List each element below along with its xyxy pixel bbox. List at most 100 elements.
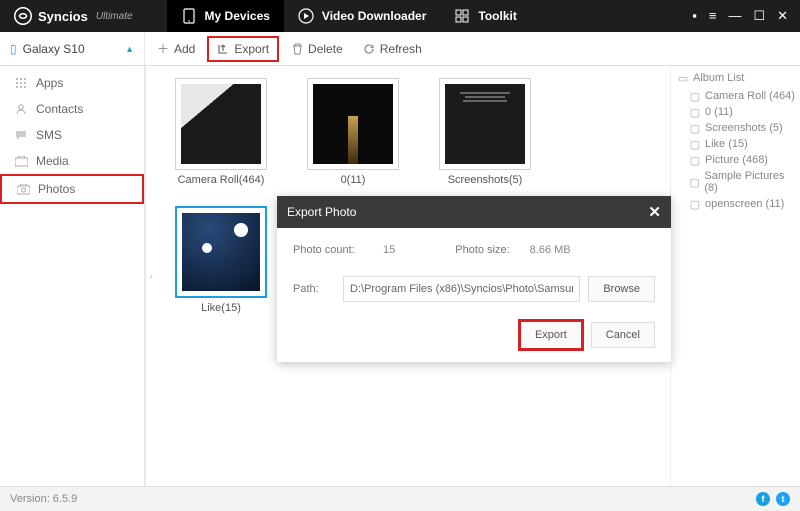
tab-my-devices[interactable]: My Devices (167, 0, 284, 32)
twitter-icon[interactable]: t (776, 492, 790, 506)
folder-icon: ▭ (677, 72, 689, 84)
phone-icon (181, 8, 197, 24)
list-item[interactable]: ▢Camera Roll (464) (677, 88, 796, 104)
social-links: f t (756, 492, 790, 506)
dialog-title: Export Photo (287, 205, 356, 219)
album-like[interactable]: Like(15) (167, 206, 275, 314)
list-item[interactable]: ▢openscreen (11) (677, 196, 796, 212)
btn-label: Export (234, 42, 269, 56)
chevron-left-icon: ‹ (150, 271, 153, 281)
apps-icon (14, 76, 28, 90)
menu-icon[interactable]: ≡ (709, 8, 717, 24)
album-zero[interactable]: 0(11) (299, 78, 407, 186)
image-icon: ▢ (689, 154, 701, 166)
app-edition: Ultimate (96, 11, 133, 22)
status-bar: Version: 6.5.9 f t (0, 486, 800, 511)
export-button[interactable]: Export (207, 36, 279, 62)
dialog-title-bar: Export Photo ✕ (277, 196, 671, 228)
message-icon[interactable]: ▪ (692, 8, 697, 24)
image-icon: ▢ (689, 90, 701, 102)
album-label: Like(15) (201, 302, 241, 314)
refresh-button[interactable]: Refresh (355, 38, 430, 60)
export-icon (217, 43, 229, 55)
delete-button[interactable]: Delete (283, 38, 351, 60)
sidebar-label: SMS (36, 128, 62, 142)
window-controls: ▪ ≡ — ☐ ✕ (692, 8, 800, 24)
close-icon[interactable]: ✕ (648, 203, 661, 221)
sidebar-item-media[interactable]: Media (0, 148, 144, 174)
image-icon: ▢ (689, 176, 700, 188)
app-name: Syncios (38, 9, 88, 24)
photo-count-label: Photo count: (293, 244, 363, 256)
media-icon (14, 154, 28, 168)
album-list-panel: ▭ Album List ▢Camera Roll (464) ▢0 (11) … (670, 66, 800, 486)
title-bar: Syncios Ultimate My Devices Video Downlo… (0, 0, 800, 32)
path-label: Path: (293, 283, 335, 295)
album-thumb (175, 78, 267, 170)
play-circle-icon (298, 8, 314, 24)
tab-label: My Devices (205, 9, 270, 23)
album-screenshots[interactable]: Screenshots(5) (431, 78, 539, 186)
sidebar-collapse-handle[interactable]: ‹ (145, 66, 157, 486)
tab-label: Video Downloader (322, 9, 426, 23)
sidebar-label: Media (36, 154, 69, 168)
add-button[interactable]: ＋ Add (149, 38, 203, 60)
album-list-title: ▭ Album List (677, 72, 796, 84)
close-button[interactable]: ✕ (777, 8, 788, 24)
album-camera-roll[interactable]: Camera Roll(464) (167, 78, 275, 186)
list-item[interactable]: ▢Picture (468) (677, 152, 796, 168)
tab-label: Toolkit (478, 9, 516, 23)
dialog-body: Photo count: 15 Photo size: 8.66 MB Path… (277, 228, 671, 362)
image-icon: ▢ (689, 106, 701, 118)
image-icon: ▢ (689, 122, 701, 134)
photo-size-value: 8.66 MB (530, 244, 571, 256)
maximize-button[interactable]: ☐ (753, 8, 765, 24)
sidebar-item-contacts[interactable]: Contacts (0, 96, 144, 122)
tab-video-downloader[interactable]: Video Downloader (284, 0, 440, 32)
album-thumb (307, 78, 399, 170)
contacts-icon (14, 102, 28, 116)
image-icon: ▢ (689, 198, 701, 210)
photos-icon (16, 182, 30, 196)
chevron-up-icon: ▲ (125, 44, 134, 54)
sidebar-label: Apps (36, 76, 63, 90)
btn-label: Refresh (380, 42, 422, 56)
photo-size-label: Photo size: (455, 244, 509, 256)
sidebar-label: Photos (38, 182, 75, 196)
path-input[interactable] (343, 276, 580, 302)
album-label: Camera Roll(464) (178, 174, 265, 186)
tab-toolkit[interactable]: Toolkit (440, 0, 530, 32)
sidebar-item-photos[interactable]: Photos (0, 174, 144, 204)
image-icon: ▢ (689, 138, 701, 150)
btn-label: Delete (308, 42, 343, 56)
device-name: Galaxy S10 (23, 42, 85, 56)
app-logo: Syncios Ultimate (0, 7, 147, 25)
grid-icon (454, 8, 470, 24)
album-label: 0(11) (341, 174, 366, 186)
btn-label: Add (174, 42, 195, 56)
list-item[interactable]: ▢Screenshots (5) (677, 120, 796, 136)
photo-count-value: 15 (383, 244, 395, 256)
list-item[interactable]: ▢Sample Pictures (8) (677, 168, 796, 196)
export-photo-dialog: Export Photo ✕ Photo count: 15 Photo siz… (277, 196, 671, 362)
toolbar: ▯ Galaxy S10 ▲ ＋ Add Export Delete Refre… (0, 32, 800, 66)
sidebar-item-apps[interactable]: Apps (0, 70, 144, 96)
trash-icon (291, 43, 303, 55)
device-icon: ▯ (10, 42, 17, 56)
list-item[interactable]: ▢0 (11) (677, 104, 796, 120)
refresh-icon (363, 43, 375, 55)
sms-icon (14, 128, 28, 142)
facebook-icon[interactable]: f (756, 492, 770, 506)
cancel-button[interactable]: Cancel (591, 322, 655, 348)
version-label: Version: 6.5.9 (10, 493, 77, 505)
list-item[interactable]: ▢Like (15) (677, 136, 796, 152)
device-selector[interactable]: ▯ Galaxy S10 ▲ (0, 32, 145, 65)
sidebar-item-sms[interactable]: SMS (0, 122, 144, 148)
sidebar: Apps Contacts SMS Media Photos (0, 66, 145, 486)
export-confirm-button[interactable]: Export (521, 322, 581, 348)
syncios-logo-icon (14, 7, 32, 25)
browse-button[interactable]: Browse (588, 276, 655, 302)
minimize-button[interactable]: — (728, 8, 741, 24)
album-label: Screenshots(5) (448, 174, 523, 186)
album-thumb (175, 206, 267, 298)
